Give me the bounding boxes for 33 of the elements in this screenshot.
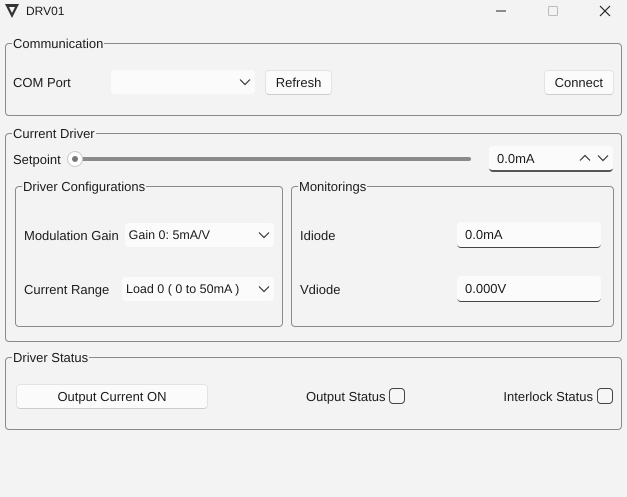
refresh-button[interactable]: Refresh [264, 70, 332, 94]
setpoint-spinbox[interactable]: 0.0mA [489, 146, 613, 172]
field-label: Current Range [24, 282, 110, 296]
field-label: COM Port [13, 74, 71, 90]
setpoint-slider[interactable] [66, 151, 471, 167]
close-icon[interactable] [599, 5, 611, 17]
chevron-down-icon[interactable] [597, 154, 609, 162]
field-label: Modulation Gain [24, 228, 119, 242]
group-title: Driver Configurations [22, 179, 146, 194]
group-title: Communication [12, 36, 104, 51]
output-current-button[interactable]: Output Current ON [16, 384, 208, 408]
field-label: Vdiode [300, 282, 340, 296]
chevron-down-icon [258, 285, 270, 293]
connect-button[interactable]: Connect [544, 70, 614, 94]
group-title: Monitorings [298, 179, 368, 194]
group-title: Driver Status [12, 350, 90, 365]
readout-field[interactable]: 0.000V [457, 276, 601, 302]
dropdown[interactable]: Gain 0: 5mA/V [124, 223, 274, 247]
group-title: Current Driver [12, 126, 96, 141]
checkbox[interactable] [389, 388, 406, 404]
checkbox-label: Output Status [306, 388, 386, 404]
dropdown[interactable]: Load 0 ( 0 to 50mA ) [122, 277, 274, 301]
chevron-up-icon[interactable] [579, 154, 591, 162]
logo-icon [4, 3, 20, 19]
checkbox[interactable] [597, 388, 614, 404]
chevron-down-icon [258, 231, 270, 239]
chevron-down-icon [238, 78, 251, 86]
window-title: DRV01 [26, 4, 64, 18]
slider-handle[interactable] [66, 151, 83, 167]
checkbox-label: Interlock Status [503, 388, 594, 404]
readout-field[interactable]: 0.0mA [457, 222, 601, 248]
field-label: Setpoint [13, 152, 61, 166]
field-label: Idiode [300, 228, 336, 242]
